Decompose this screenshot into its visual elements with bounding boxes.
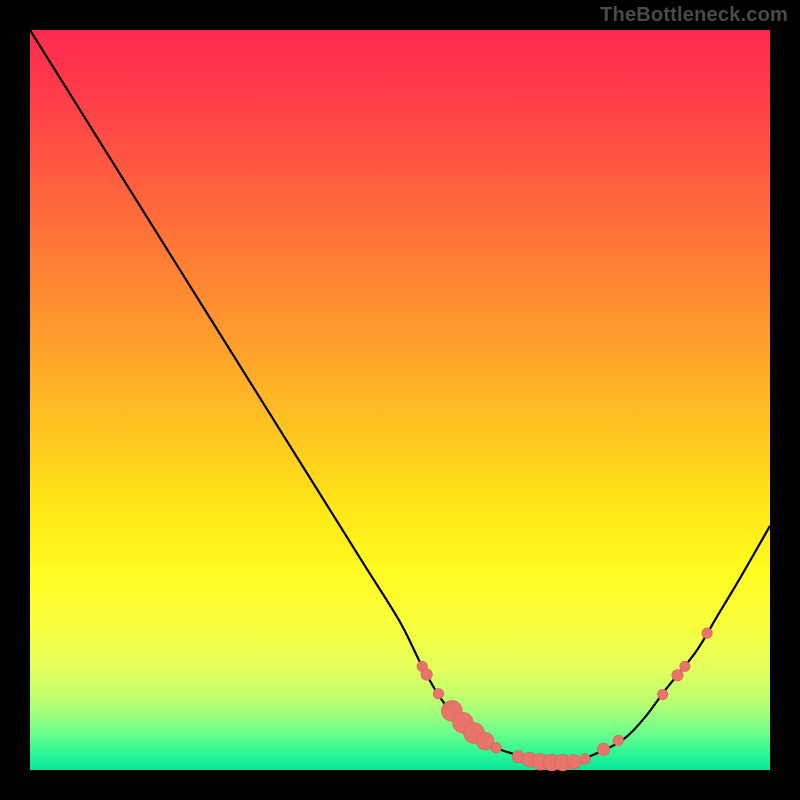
curve-marker	[680, 661, 690, 671]
curve-marker	[567, 755, 582, 770]
curve-marker	[702, 628, 712, 638]
curve-markers	[417, 628, 712, 771]
bottleneck-curve	[30, 30, 770, 764]
watermark-text: TheBottleneck.com	[600, 4, 788, 27]
curve-marker	[491, 743, 501, 753]
curve-marker	[421, 669, 432, 680]
chart-container: { "watermark": "TheBottleneck.com", "col…	[0, 0, 800, 800]
curve-marker	[433, 689, 443, 699]
curve-marker	[580, 754, 590, 764]
plot-area	[30, 30, 770, 770]
curve-marker	[597, 743, 609, 755]
curve-marker	[658, 689, 668, 699]
curve-marker	[613, 735, 623, 745]
curve-layer	[30, 30, 770, 770]
curve-marker	[672, 670, 683, 681]
